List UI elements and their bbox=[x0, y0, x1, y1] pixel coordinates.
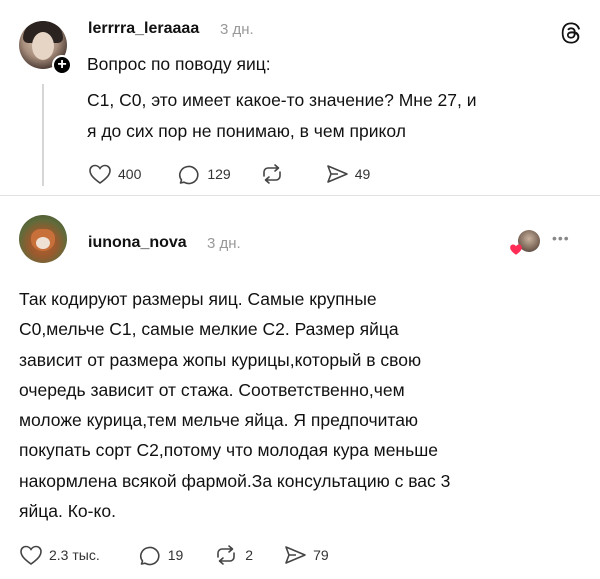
post-time: 3 дн. bbox=[220, 21, 254, 38]
reply-share-count: 79 bbox=[313, 547, 329, 563]
post-reply-count: 129 bbox=[207, 166, 231, 182]
reply-text-line-8: яйца. Ко-ко. bbox=[19, 501, 116, 521]
original-post: + lerrrra_leraaaa 3 дн. Вопрос по поводу… bbox=[0, 0, 600, 200]
post-like-button[interactable]: 400 bbox=[88, 163, 141, 185]
post-reply-button[interactable]: 129 bbox=[177, 163, 231, 185]
share-icon bbox=[285, 546, 306, 564]
reply-text-line-4: очередь зависит от стажа. Соответственно… bbox=[19, 380, 405, 400]
post-question-line-2: С1, С0, это имеет какое-то значение? Мне… bbox=[87, 90, 477, 110]
post-question-line-3: я до сих пор не понимаю, в чем прикол bbox=[87, 121, 406, 141]
reply-repost-count: 2 bbox=[245, 547, 254, 563]
repost-icon bbox=[217, 545, 236, 565]
heart-icon bbox=[89, 164, 111, 184]
share-icon bbox=[326, 165, 348, 183]
post-share-count: 49 bbox=[354, 166, 371, 182]
reply-text-line-5: моложе курица,тем мельче яйца. Я предпоч… bbox=[19, 410, 419, 430]
post-repost-button[interactable] bbox=[259, 163, 291, 185]
more-icon[interactable]: ••• bbox=[552, 230, 570, 246]
reply-actions: 2.3 тыс. 19 2 79 bbox=[19, 544, 351, 566]
reply-like-count: 2.3 тыс. bbox=[49, 547, 100, 563]
reply-reply-count: 19 bbox=[167, 547, 184, 563]
repost-icon bbox=[262, 164, 281, 184]
reply-author-username[interactable]: iunona_nova bbox=[88, 234, 187, 252]
reply-text-line-7: накормлена всякой фармой.За консультацию… bbox=[19, 471, 451, 491]
post-like-count: 400 bbox=[118, 166, 142, 182]
avatar-face bbox=[32, 32, 54, 60]
post-share-button[interactable]: 49 bbox=[325, 163, 371, 185]
reply-text-line-3: зависит от размера жопы курицы,который в… bbox=[19, 350, 422, 370]
reply-repost-button[interactable]: 2 bbox=[213, 544, 253, 566]
comment-icon bbox=[139, 546, 160, 566]
reply-author-avatar[interactable] bbox=[19, 215, 67, 263]
post-question-line-1: Вопрос по поводу яиц: bbox=[87, 54, 271, 74]
heart-icon bbox=[20, 545, 42, 565]
reply-text-line-2: С0,мельче С1, самые мелкие С2. Размер яй… bbox=[19, 319, 399, 339]
post-divider bbox=[0, 195, 600, 196]
follow-plus-icon[interactable]: + bbox=[52, 55, 72, 75]
reply-reply-button[interactable]: 19 bbox=[138, 544, 184, 566]
post-actions: 400 129 49 bbox=[88, 163, 392, 185]
comment-icon bbox=[179, 165, 199, 185]
thread-line bbox=[42, 84, 44, 186]
reply-text-line-1: Так кодируют размеры яиц. Самые крупные bbox=[19, 289, 377, 309]
reply-time: 3 дн. bbox=[207, 235, 241, 252]
heart-badge-icon bbox=[510, 244, 522, 255]
reply-share-button[interactable]: 79 bbox=[283, 544, 329, 566]
post-author-username[interactable]: lerrrra_leraaaa bbox=[88, 20, 199, 38]
avatar-fox-face bbox=[36, 237, 50, 249]
threads-logo-icon[interactable] bbox=[560, 22, 582, 44]
reply-like-button[interactable]: 2.3 тыс. bbox=[19, 544, 100, 566]
reply-text-line-6: покупать сорт С2,потому что молодая кура… bbox=[19, 440, 438, 460]
